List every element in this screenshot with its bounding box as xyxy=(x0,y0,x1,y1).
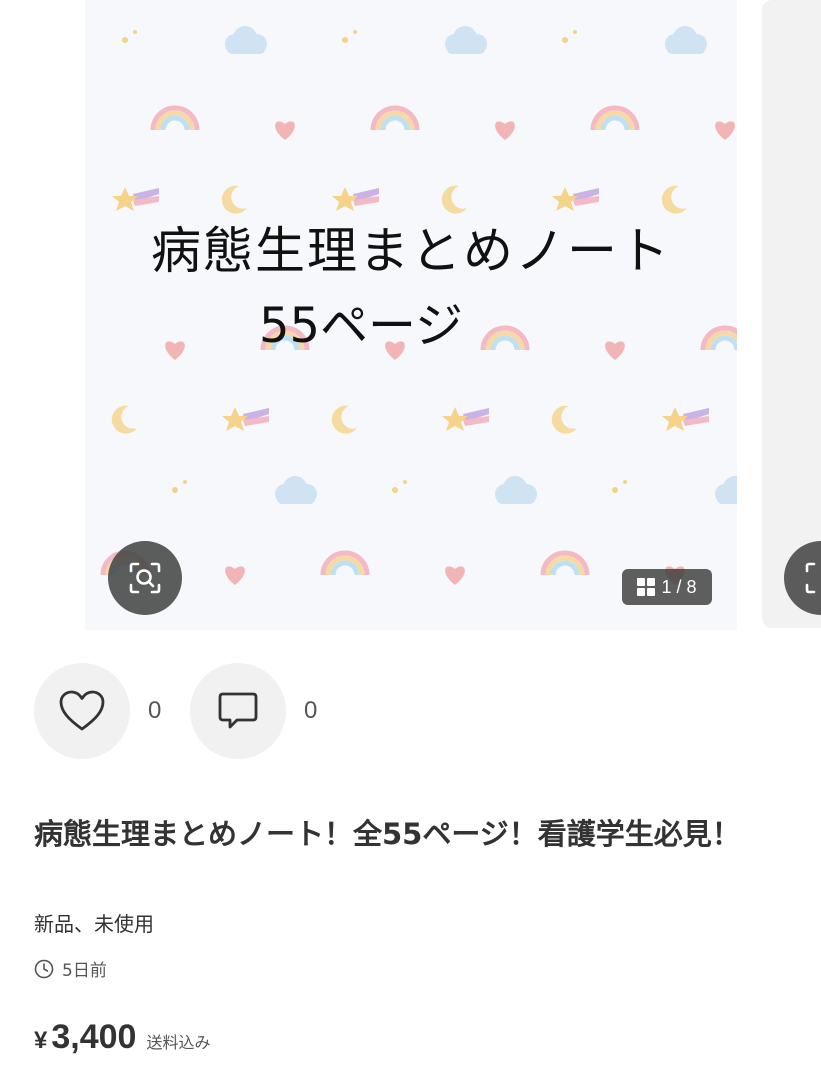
star-icon xyxy=(332,187,379,211)
star-icon xyxy=(662,407,709,431)
cloud-icon xyxy=(445,26,487,54)
star-icon xyxy=(442,407,489,431)
page-indicator: 1 / 8 xyxy=(622,569,712,605)
moon-icon xyxy=(441,185,467,214)
rainbow-icon xyxy=(590,105,640,131)
rainbow-icon xyxy=(540,550,590,576)
cloud-icon xyxy=(665,26,707,54)
moon-icon xyxy=(551,405,577,434)
grid-icon xyxy=(637,578,656,596)
product-image[interactable]: 病態生理まとめノート 55ページ xyxy=(85,0,737,630)
rainbow-icon xyxy=(150,105,200,131)
sparkle-icon xyxy=(183,480,187,484)
like-button[interactable] xyxy=(34,663,130,759)
star-icon xyxy=(552,187,599,211)
action-bar: 0 0 xyxy=(0,660,821,764)
heart-icon xyxy=(59,690,105,731)
zoom-button[interactable] xyxy=(108,541,182,615)
sparkle-icon xyxy=(353,30,357,34)
like-count: 0 xyxy=(148,697,162,724)
sparkle-icon xyxy=(342,37,348,43)
sparkle-icon xyxy=(403,480,407,484)
cloud-icon xyxy=(495,476,537,504)
rainbow-icon xyxy=(320,550,370,576)
cloud-icon xyxy=(225,26,267,54)
moon-icon xyxy=(661,185,687,214)
moon-icon xyxy=(221,185,247,214)
cloud-icon xyxy=(715,476,737,504)
image-headline: 病態生理まとめノート 55ページ xyxy=(85,226,737,350)
comment-count: 0 xyxy=(304,697,318,724)
sparkle-icon xyxy=(623,480,627,484)
zoom-icon xyxy=(129,562,161,594)
heart-icon xyxy=(445,566,465,585)
moon-icon xyxy=(111,405,137,434)
moon-icon xyxy=(331,405,357,434)
next-image-preview[interactable] xyxy=(762,0,821,628)
cloud-icon xyxy=(275,476,317,504)
sparkle-icon xyxy=(573,30,577,34)
item-title: 病態生理まとめノート！全55ページ！看護学生必見！ xyxy=(34,817,741,851)
star-icon xyxy=(222,407,269,431)
star-icon xyxy=(112,187,159,211)
heart-icon xyxy=(225,566,245,585)
item-price: 3,400 xyxy=(51,1018,137,1056)
image-headline-line1: 病態生理まとめノート xyxy=(151,222,671,280)
price-row: ¥ 3,400 送料込み xyxy=(34,1018,210,1057)
sparkle-icon xyxy=(392,487,398,493)
heart-icon xyxy=(275,121,295,140)
sparkle-icon xyxy=(172,487,178,493)
currency-symbol: ¥ xyxy=(34,1027,48,1054)
clock-icon xyxy=(34,959,54,978)
posted-time: 5日前 xyxy=(34,956,107,981)
page-indicator-text: 1 / 8 xyxy=(661,576,697,597)
comment-icon xyxy=(218,692,258,729)
rainbow-icon xyxy=(370,105,420,131)
comment-button[interactable] xyxy=(190,663,286,759)
heart-icon xyxy=(715,121,735,140)
posted-time-text: 5日前 xyxy=(62,961,107,981)
shipping-note: 送料込み xyxy=(146,1033,211,1052)
image-headline-line2: 55ページ xyxy=(258,298,464,354)
sparkle-icon xyxy=(612,487,618,493)
zoom-icon xyxy=(805,562,816,594)
item-condition: 新品、未使用 xyxy=(34,912,154,936)
image-gallery[interactable]: 病態生理まとめノート 55ページ 1 / 8 xyxy=(0,0,821,640)
heart-icon xyxy=(495,121,515,140)
sparkle-icon xyxy=(133,30,137,34)
sparkle-icon xyxy=(562,37,568,43)
sparkle-icon xyxy=(122,37,128,43)
